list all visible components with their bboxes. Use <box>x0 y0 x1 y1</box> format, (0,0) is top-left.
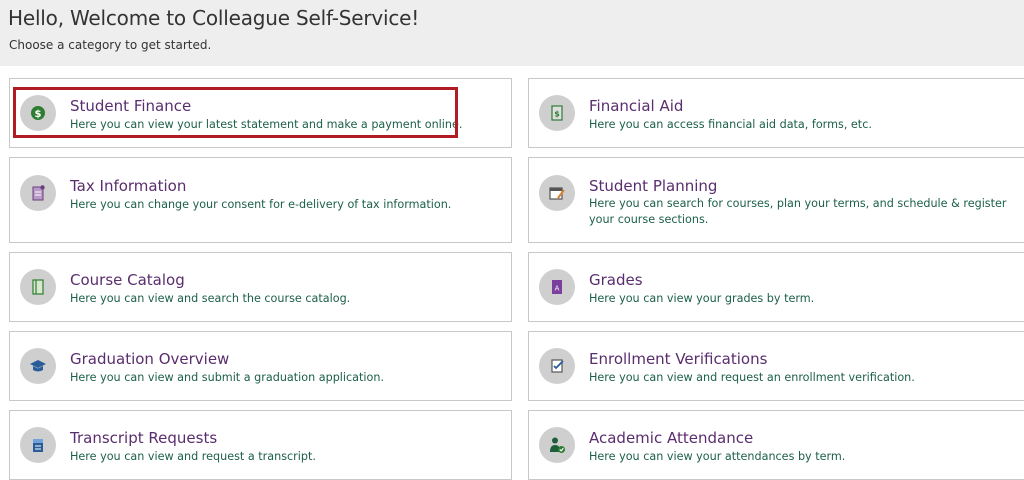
grade-report-icon: A <box>539 269 575 305</box>
verification-checklist-icon <box>539 348 575 384</box>
tile-description: Here you can change your consent for e-d… <box>70 198 452 211</box>
page-header: Hello, Welcome to Colleague Self-Service… <box>0 0 1024 66</box>
tile-description: Here you can view and submit a graduatio… <box>70 371 385 384</box>
money-document-icon: $ <box>539 95 575 131</box>
tile-graduation-overview[interactable]: Graduation Overview Here you can view an… <box>9 331 512 401</box>
catalog-book-icon <box>20 269 56 305</box>
tile-description: Here you can view and search the course … <box>70 292 351 305</box>
tile-title: Academic Attendance <box>589 429 754 447</box>
svg-text:$: $ <box>35 109 42 120</box>
tile-title: Transcript Requests <box>70 429 218 447</box>
tile-title: Enrollment Verifications <box>589 350 768 368</box>
svg-text:$: $ <box>554 110 560 119</box>
tile-title: Student Planning <box>589 177 718 195</box>
tile-transcript-requests[interactable]: Transcript Requests Here you can view an… <box>9 410 512 480</box>
tile-description: Here you can view and request a transcri… <box>70 450 316 463</box>
tile-description: Here you can search for courses, plan yo… <box>589 197 1007 226</box>
tile-description: Here you can view and request an enrollm… <box>589 371 915 384</box>
person-check-icon <box>539 427 575 463</box>
tile-title: Grades <box>589 271 643 289</box>
graduation-cap-icon <box>20 348 56 384</box>
tile-course-catalog[interactable]: Course Catalog Here you can view and sea… <box>9 252 512 322</box>
tile-title: Course Catalog <box>70 271 185 289</box>
tax-document-icon <box>20 175 56 211</box>
tile-title: Tax Information <box>70 177 187 195</box>
dollar-coin-icon: $ <box>20 95 56 131</box>
tile-enrollment-verifications[interactable]: Enrollment Verifications Here you can vi… <box>528 331 1024 401</box>
tile-student-finance[interactable]: $ Student Finance Here you can view your… <box>9 78 512 148</box>
tile-description: Here you can view your latest statement … <box>70 118 463 131</box>
tile-academic-attendance[interactable]: Academic Attendance Here you can view yo… <box>528 410 1024 480</box>
tile-title: Graduation Overview <box>70 350 230 368</box>
tile-student-planning[interactable]: Student Planning Here you can search for… <box>528 157 1024 243</box>
tile-grades[interactable]: A Grades Here you can view your grades b… <box>528 252 1024 322</box>
tile-description: Here you can view your attendances by te… <box>589 450 846 463</box>
tile-title: Financial Aid <box>589 97 684 115</box>
tile-description: Here you can view your grades by term. <box>589 292 815 305</box>
tile-tax-information[interactable]: Tax Information Here you can change your… <box>9 157 512 243</box>
page-title: Hello, Welcome to Colleague Self-Service… <box>8 6 420 30</box>
tile-description: Here you can access financial aid data, … <box>589 118 872 131</box>
tile-financial-aid[interactable]: $ Financial Aid Here you can access fina… <box>528 78 1024 148</box>
calendar-planning-icon <box>539 175 575 211</box>
svg-text:A: A <box>555 285 560 293</box>
page-subtitle: Choose a category to get started. <box>9 38 212 52</box>
tile-title: Student Finance <box>70 97 192 115</box>
transcript-icon <box>20 427 56 463</box>
